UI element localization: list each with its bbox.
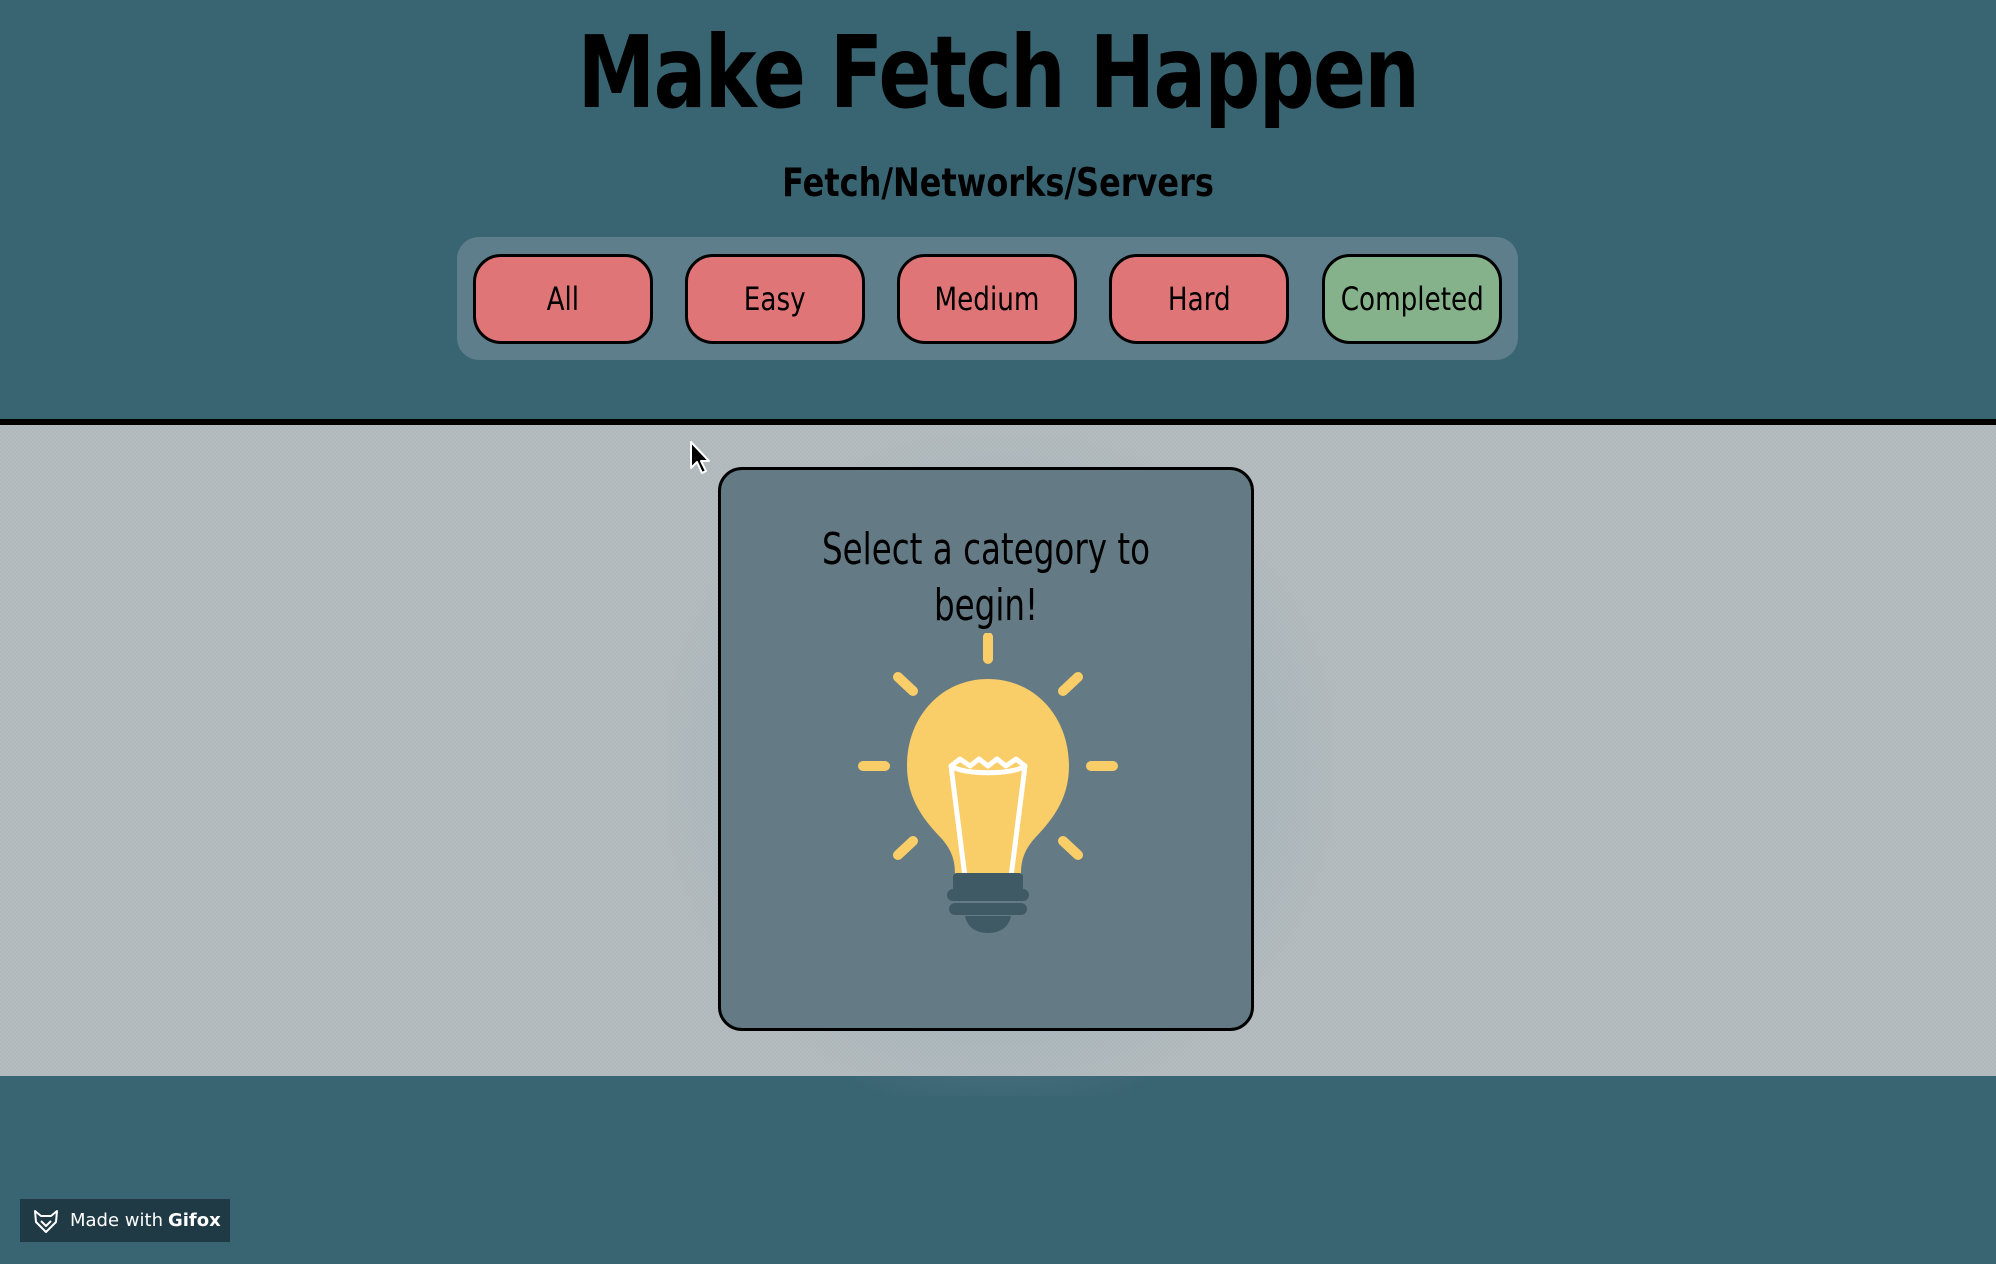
category-button-label: Easy bbox=[744, 280, 806, 318]
category-button-label: Medium bbox=[934, 280, 1040, 318]
badge-brand: Gifox bbox=[167, 1210, 221, 1231]
category-button-label: All bbox=[546, 280, 580, 318]
mouse-cursor-icon bbox=[690, 441, 710, 474]
lightbulb-icon bbox=[858, 633, 1118, 933]
gifox-badge[interactable]: Made with Gifox bbox=[20, 1199, 230, 1242]
fox-icon bbox=[34, 1209, 58, 1233]
badge-prefix: Made with bbox=[70, 1210, 163, 1231]
category-button-label: Completed bbox=[1340, 280, 1484, 318]
category-button-label: Hard bbox=[1167, 280, 1231, 318]
category-button-all[interactable]: All bbox=[473, 254, 653, 344]
page-title: Make Fetch Happen bbox=[577, 14, 1420, 131]
category-button-completed[interactable]: Completed bbox=[1322, 254, 1502, 344]
category-button-easy[interactable]: Easy bbox=[685, 254, 865, 344]
page-header: Make Fetch Happen Fetch/Networks/Servers… bbox=[0, 0, 1996, 421]
category-button-medium[interactable]: Medium bbox=[897, 254, 1077, 344]
card-message: Select a category to begin! bbox=[821, 524, 1151, 631]
category-button-hard[interactable]: Hard bbox=[1109, 254, 1289, 344]
question-card: Select a category to begin! bbox=[718, 467, 1254, 1031]
category-nav: All Easy Medium Hard Completed bbox=[457, 237, 1518, 360]
page-subtitle: Fetch/Networks/Servers bbox=[782, 161, 1214, 206]
